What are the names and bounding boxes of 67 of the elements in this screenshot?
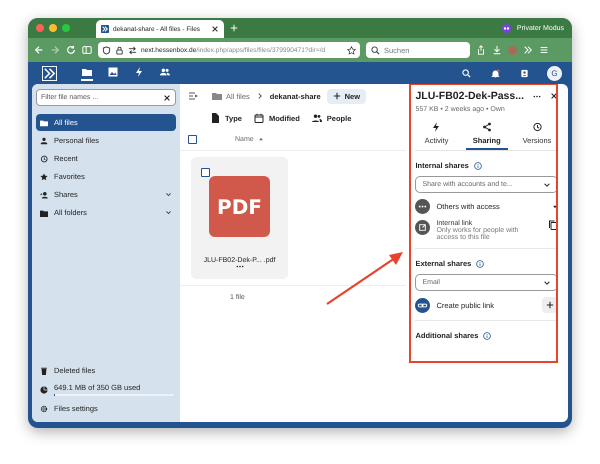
trash-icon — [40, 366, 48, 374]
plus-icon — [546, 301, 554, 309]
folder-icon — [212, 91, 222, 101]
pdf-file-icon: PDF — [209, 176, 270, 237]
more-options-icon[interactable] — [236, 265, 244, 268]
sort-ascending-icon — [258, 136, 264, 142]
bell-icon[interactable] — [491, 68, 500, 78]
lock-icon — [115, 46, 124, 54]
chevron-down-icon[interactable] — [165, 191, 172, 198]
reload-icon[interactable] — [66, 45, 76, 55]
contacts-icon[interactable] — [520, 68, 529, 78]
share-icon — [482, 122, 492, 132]
copy-icon[interactable] — [548, 220, 558, 230]
user-avatar[interactable]: G — [547, 66, 562, 80]
folders-icon — [40, 208, 48, 216]
file-title: JLU-FB02-Dek-Pass... — [415, 90, 524, 102]
people-icon — [160, 67, 170, 77]
person-add-icon — [40, 190, 48, 198]
app-logo-icon — [101, 25, 109, 33]
mask-icon — [502, 24, 511, 32]
menu-icon[interactable] — [539, 45, 549, 55]
calendar-icon — [254, 113, 264, 123]
chevron-right-icon — [256, 92, 264, 100]
app-logo-icon[interactable] — [42, 66, 57, 80]
dropdown-caret-icon[interactable] — [552, 204, 558, 210]
share-icon[interactable] — [476, 45, 486, 55]
history-icon — [532, 122, 542, 132]
person-icon — [40, 136, 48, 144]
chevron-down-icon — [543, 278, 551, 286]
minimize-window-icon[interactable] — [49, 24, 57, 32]
permissions-icon — [128, 46, 137, 54]
clear-icon[interactable] — [163, 94, 171, 102]
bookmark-star-icon[interactable] — [347, 46, 356, 54]
shield-icon — [102, 46, 111, 54]
chevron-down-icon — [543, 180, 551, 188]
settings-icon — [40, 404, 48, 412]
folder-icon — [82, 67, 92, 77]
folder-icon — [40, 118, 48, 126]
new-tab-icon[interactable] — [230, 24, 238, 32]
more-circle-icon — [415, 199, 430, 214]
close-icon[interactable] — [211, 25, 219, 33]
info-icon[interactable] — [474, 162, 482, 170]
menu-toggle-icon[interactable] — [188, 91, 198, 101]
info-icon[interactable] — [476, 260, 484, 268]
lightning-icon — [134, 67, 144, 77]
search-icon — [371, 46, 380, 54]
search-icon[interactable] — [462, 68, 471, 78]
back-icon[interactable] — [34, 45, 44, 55]
more-options-icon[interactable] — [533, 94, 541, 98]
sidebar-icon[interactable] — [82, 45, 92, 55]
people-icon — [312, 113, 322, 123]
external-link-circle-icon — [415, 220, 430, 235]
link-circle-icon — [415, 298, 430, 312]
more-tools-icon[interactable] — [523, 45, 533, 55]
pie-chart-icon — [40, 386, 48, 394]
image-icon — [108, 67, 118, 77]
file-checkbox[interactable] — [201, 168, 210, 177]
plus-icon — [332, 92, 341, 100]
close-icon[interactable] — [550, 92, 558, 100]
lightning-icon — [431, 122, 442, 132]
download-icon[interactable] — [492, 45, 502, 55]
file-icon — [210, 113, 220, 123]
info-icon[interactable] — [483, 332, 492, 340]
select-all-checkbox[interactable] — [188, 134, 197, 144]
chevron-down-icon[interactable] — [165, 209, 172, 216]
star-icon — [40, 172, 48, 180]
clock-icon — [40, 154, 48, 162]
